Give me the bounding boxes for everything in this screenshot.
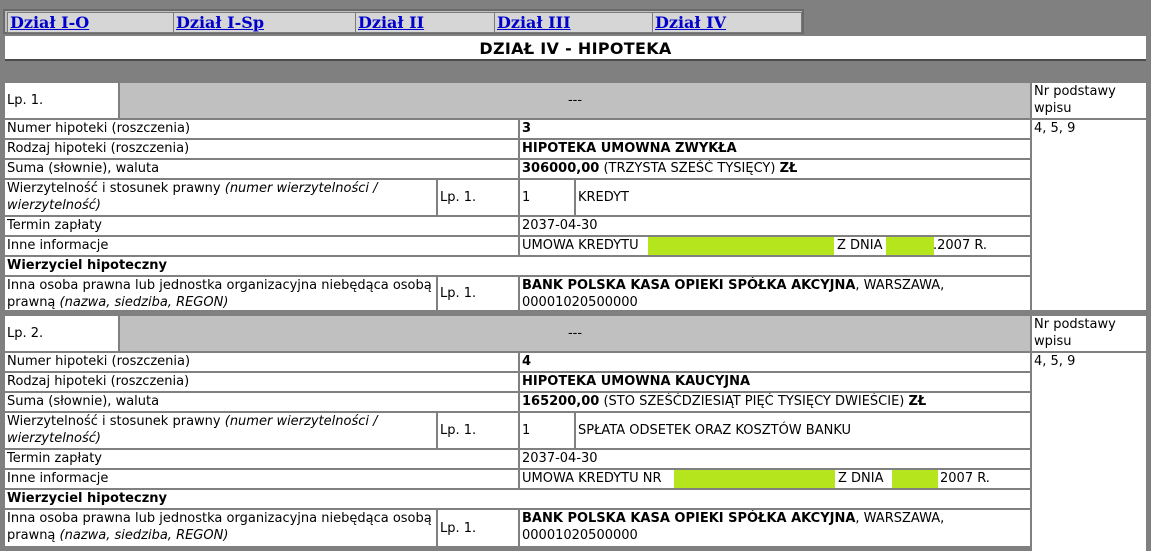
entry-lp: Lp. 2. bbox=[5, 316, 118, 351]
entry-lp: Lp. 1. bbox=[5, 83, 118, 118]
osoba-lp: Lp. 1. bbox=[438, 510, 518, 546]
inne-text-b: Z DNIA bbox=[838, 471, 884, 486]
rodzaj-value: HIPOTEKA UMOWNA ZWYKŁA bbox=[520, 140, 1030, 158]
wierzyciel-header: Wierzyciel hipoteczny bbox=[5, 490, 1030, 508]
basis-value: 4, 5, 9 bbox=[1032, 353, 1146, 551]
tab-link[interactable]: Dział IV bbox=[653, 13, 801, 33]
tab-link[interactable]: Dział II bbox=[356, 13, 495, 33]
inne-text-c: .2007 R. bbox=[933, 238, 988, 253]
tab-dzial-i-sp[interactable]: Dział I-Sp bbox=[173, 12, 357, 33]
wierz-name: SPŁATA ODSETEK ORAZ KOSZTÓW BANKU bbox=[576, 413, 1030, 448]
bank-regon: 00001020500000 bbox=[522, 295, 638, 310]
inne-label: Inne informacje bbox=[5, 237, 518, 255]
basis-header: Nr podstawy wpisu bbox=[1032, 83, 1146, 118]
tab-dzial-iii[interactable]: Dział III bbox=[494, 12, 654, 33]
inne-text-b: Z DNIA bbox=[837, 238, 883, 253]
bank-name: BANK POLSKA KASA OPIEKI SPÓŁKA AKCYJNA bbox=[522, 511, 856, 526]
tab-dzial-ii[interactable]: Dział II bbox=[355, 12, 496, 33]
suma-words: (TRZYSTA SZEŚĆ TYSIĘCY) bbox=[603, 161, 776, 176]
wierz-name: KREDYT bbox=[576, 180, 1030, 215]
suma-value: 165200,00 (STO SZEŚĆDZIESIĄT PIĘĆ TYSIĘC… bbox=[520, 393, 1030, 411]
rodzaj-label: Rodzaj hipoteki (roszczenia) bbox=[5, 140, 518, 158]
inne-value: UMOWA KREDYTU Z DNIA .2007 R. bbox=[520, 237, 1030, 255]
termin-value: 2037-04-30 bbox=[520, 217, 1030, 235]
inne-value: UMOWA KREDYTU NR Z DNIA 2007 R. bbox=[520, 470, 1030, 488]
redaction-mark bbox=[674, 470, 835, 488]
inne-label: Inne informacje bbox=[5, 470, 518, 488]
basis-header: Nr podstawy wpisu bbox=[1032, 316, 1146, 351]
tab-dzial-i-o[interactable]: Dział I-O bbox=[7, 12, 175, 33]
rodzaj-label: Rodzaj hipoteki (roszczenia) bbox=[5, 373, 518, 391]
wierz-label-text: Wierzytelność i stosunek prawny bbox=[7, 414, 221, 429]
tab-dzial-iv[interactable]: Dział IV bbox=[652, 12, 802, 33]
redaction-mark bbox=[648, 237, 834, 255]
wierz-label: Wierzytelność i stosunek prawny (numer w… bbox=[5, 180, 436, 215]
numer-value: 3 bbox=[520, 120, 1030, 138]
suma-label: Suma (słownie), waluta bbox=[5, 393, 518, 411]
entry-header-dashes: --- bbox=[120, 316, 1030, 351]
inne-text-a: UMOWA KREDYTU NR bbox=[522, 471, 662, 486]
termin-label: Termin zapłaty bbox=[5, 450, 518, 468]
section-tabs: Dział I-O Dział I-Sp Dział II Dział III … bbox=[3, 9, 804, 34]
osoba-label-italic: (nazwa, siedziba, REGON) bbox=[59, 295, 229, 310]
numer-label: Numer hipoteki (roszczenia) bbox=[5, 120, 518, 138]
suma-amount: 165200,00 bbox=[522, 394, 600, 409]
bank-value: BANK POLSKA KASA OPIEKI SPÓŁKA AKCYJNA, … bbox=[520, 277, 1030, 310]
basis-value: 4, 5, 9 bbox=[1032, 120, 1146, 310]
wierz-lp: Lp. 1. bbox=[438, 180, 518, 215]
rodzaj-value: HIPOTEKA UMOWNA KAUCYJNA bbox=[520, 373, 1030, 391]
wierz-lp: Lp. 1. bbox=[438, 413, 518, 448]
wierz-label: Wierzytelność i stosunek prawny (numer w… bbox=[5, 413, 436, 448]
bank-regon: 00001020500000 bbox=[522, 528, 638, 543]
osoba-lp: Lp. 1. bbox=[438, 277, 518, 310]
osoba-label-italic: (nazwa, siedziba, REGON) bbox=[59, 528, 229, 543]
tab-link[interactable]: Dział III bbox=[495, 13, 653, 33]
section-title: DZIAŁ IV - HIPOTEKA bbox=[5, 36, 1146, 61]
suma-value: 306000,00 (TRZYSTA SZEŚĆ TYSIĘCY) ZŁ bbox=[520, 160, 1030, 178]
suma-currency: ZŁ bbox=[908, 394, 927, 409]
numer-value: 4 bbox=[520, 353, 1030, 371]
bank-name: BANK POLSKA KASA OPIEKI SPÓŁKA AKCYJNA bbox=[522, 278, 856, 293]
suma-label: Suma (słownie), waluta bbox=[5, 160, 518, 178]
bank-value: BANK POLSKA KASA OPIEKI SPÓŁKA AKCYJNA, … bbox=[520, 510, 1030, 546]
wierz-number: 1 bbox=[520, 180, 574, 215]
redaction-mark bbox=[886, 237, 934, 255]
tab-link[interactable]: Dział I-Sp bbox=[174, 13, 356, 33]
bank-city: , WARSZAWA, bbox=[855, 511, 945, 526]
termin-label: Termin zapłaty bbox=[5, 217, 518, 235]
suma-words: (STO SZEŚĆDZIESIĄT PIĘĆ TYSIĘCY DWIEŚCIE… bbox=[603, 394, 905, 409]
osoba-label: Inna osoba prawna lub jednostka organiza… bbox=[5, 277, 436, 310]
numer-label: Numer hipoteki (roszczenia) bbox=[5, 353, 518, 371]
suma-amount: 306000,00 bbox=[522, 161, 600, 176]
inne-text-a: UMOWA KREDYTU bbox=[522, 238, 639, 253]
redaction-mark bbox=[892, 470, 938, 488]
suma-currency: ZŁ bbox=[779, 161, 798, 176]
inne-text-c: 2007 R. bbox=[940, 471, 990, 486]
osoba-label: Inna osoba prawna lub jednostka organiza… bbox=[5, 510, 436, 546]
entry-header-dashes: --- bbox=[120, 83, 1030, 118]
wierzyciel-header: Wierzyciel hipoteczny bbox=[5, 257, 1030, 275]
wierz-label-text: Wierzytelność i stosunek prawny bbox=[7, 181, 221, 196]
bank-city: , WARSZAWA, bbox=[855, 278, 945, 293]
termin-value: 2037-04-30 bbox=[520, 450, 1030, 468]
wierz-number: 1 bbox=[520, 413, 574, 448]
tab-link[interactable]: Dział I-O bbox=[8, 13, 174, 33]
